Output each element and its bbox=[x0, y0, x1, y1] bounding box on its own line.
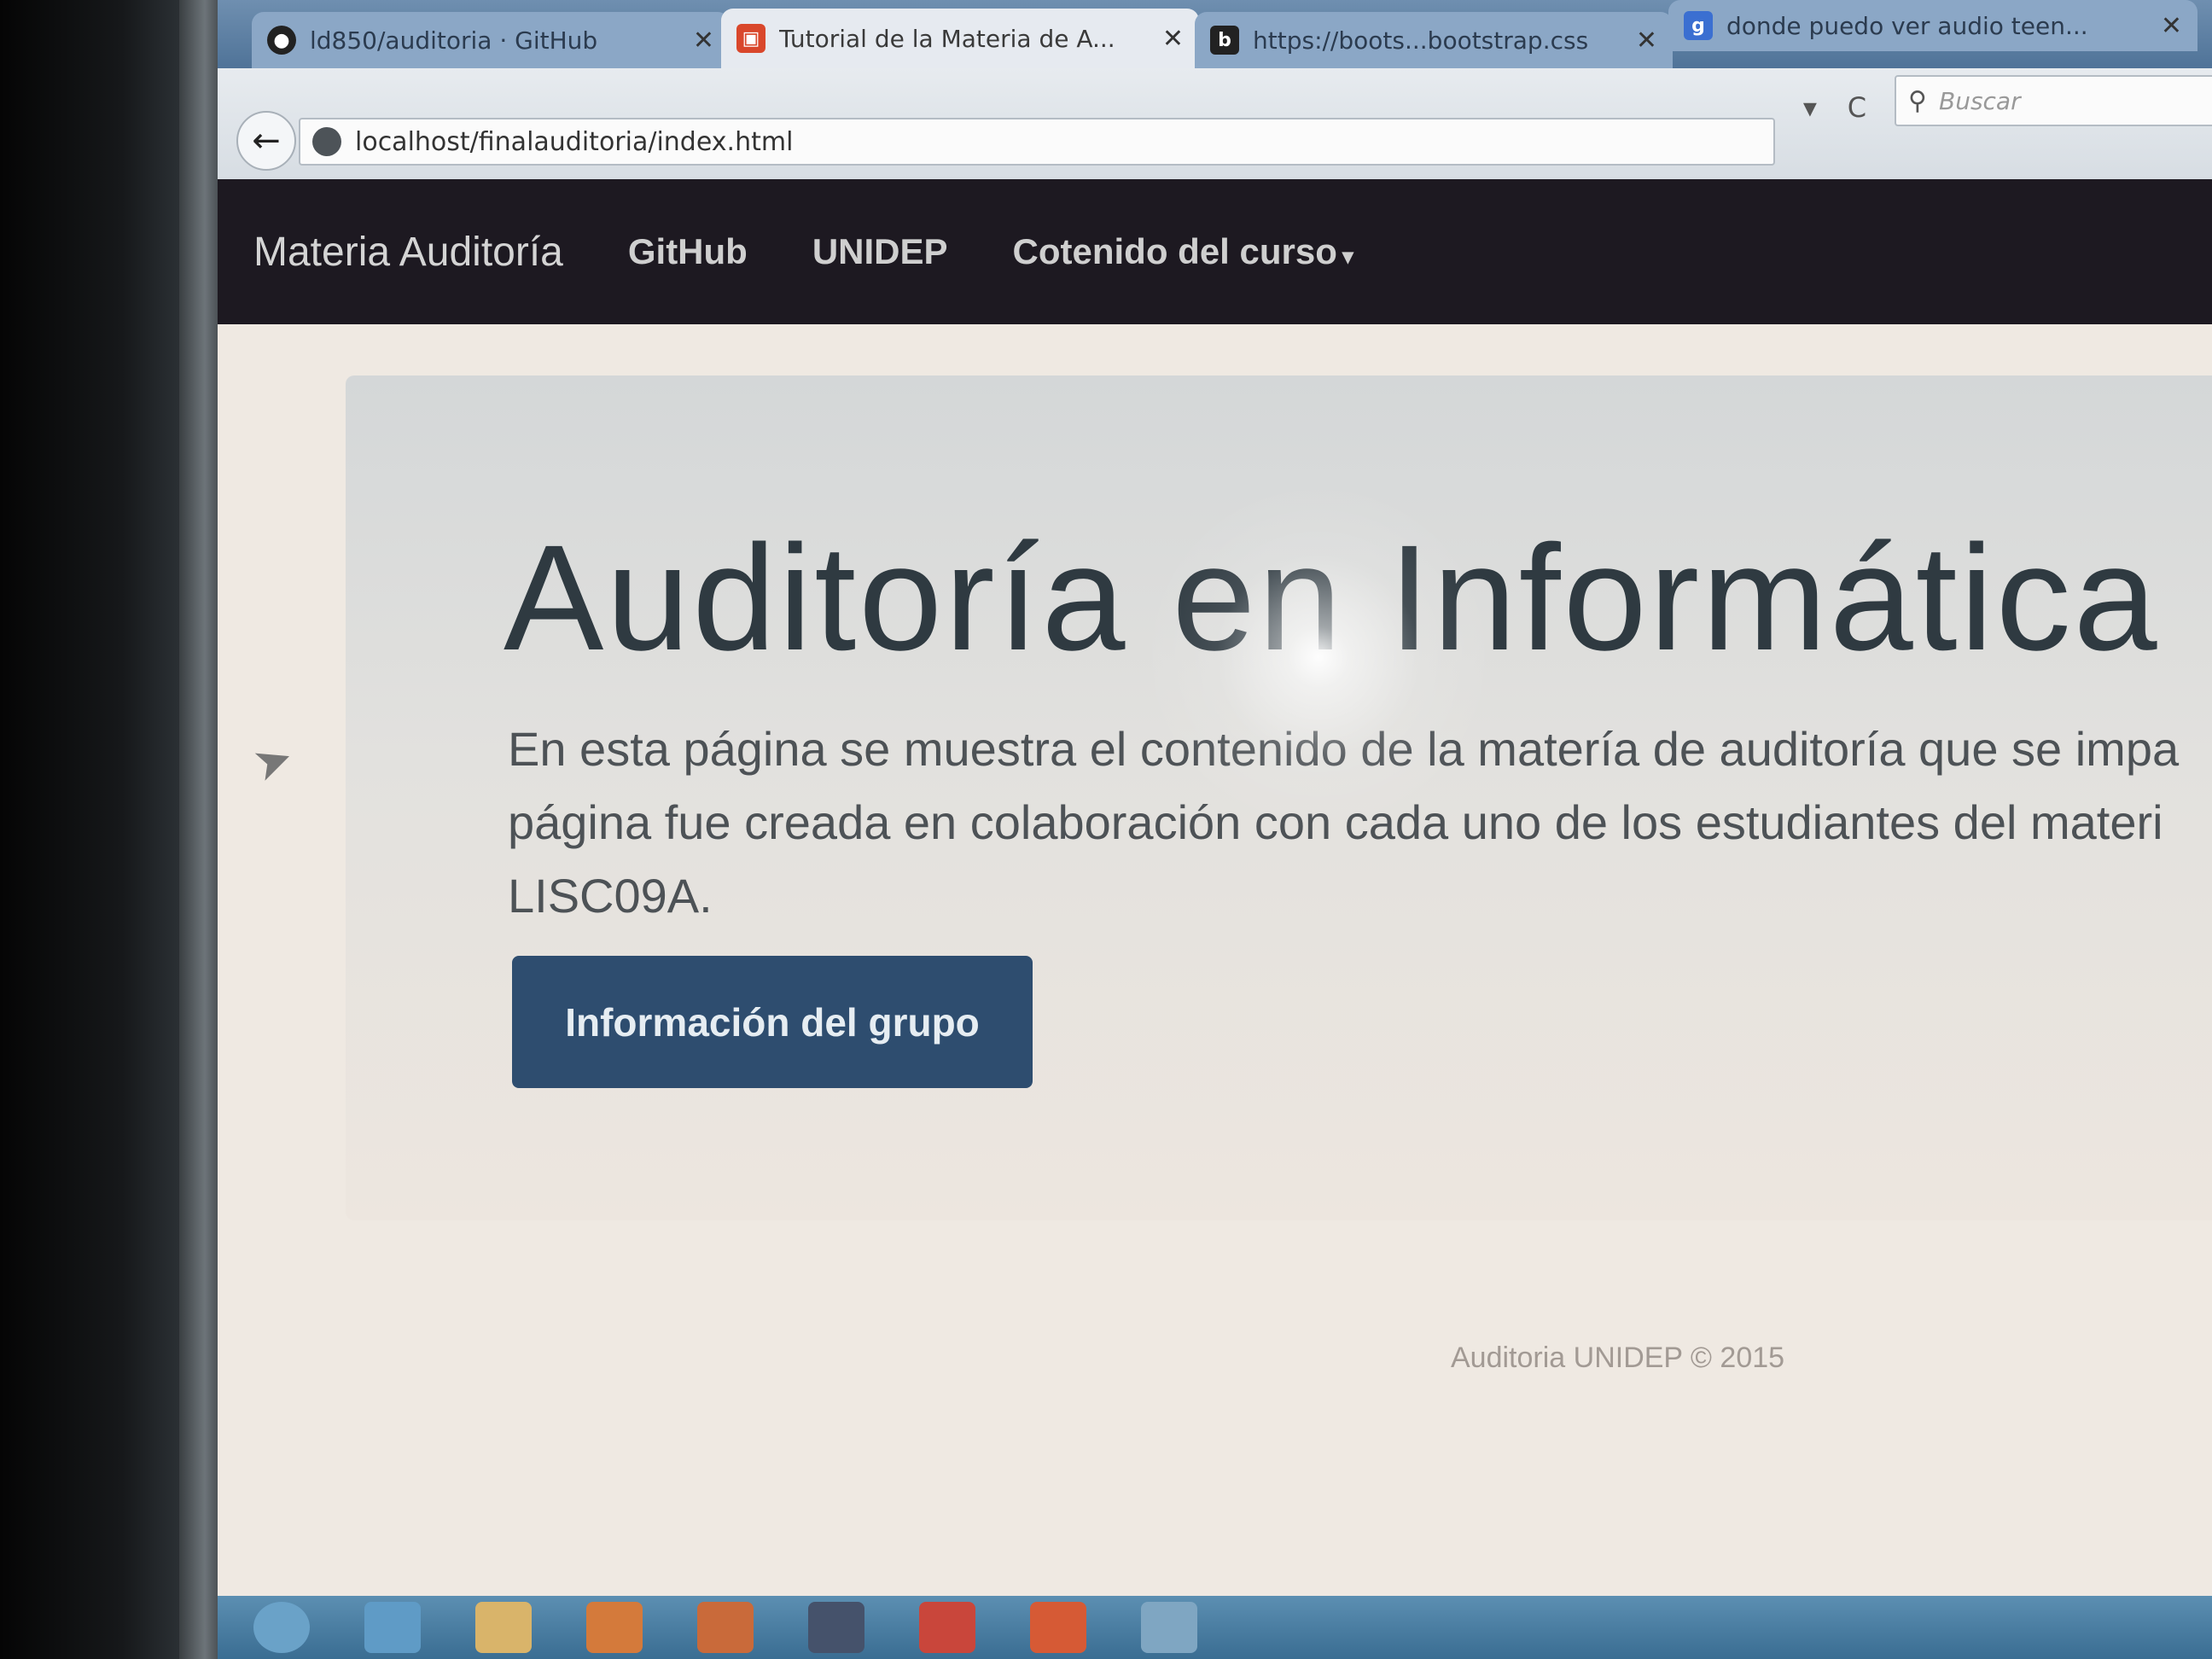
search-icon: ⚲ bbox=[1908, 85, 1927, 116]
page-title: Auditoría en Informática bbox=[504, 515, 2160, 682]
close-icon[interactable]: ✕ bbox=[1162, 24, 1184, 54]
search-input[interactable]: ⚲ Buscar bbox=[1895, 75, 2212, 126]
jumbotron: Auditoría en Informática En esta página … bbox=[346, 375, 2212, 1220]
dropdown-icon[interactable]: ▾ bbox=[1803, 91, 1817, 124]
footer-copyright: Auditoria UNIDEP © 2015 bbox=[1451, 1342, 1785, 1374]
taskbar-ie[interactable] bbox=[346, 1596, 439, 1659]
navbar-brand[interactable]: Materia Auditoría bbox=[253, 229, 563, 276]
browser-tab-bar: ● ld850/auditoria · GitHub ✕ ▣ Tutorial … bbox=[218, 0, 2212, 68]
nav-dropdown-label: Cotenido del curso bbox=[1012, 231, 1337, 271]
window-icon bbox=[1141, 1602, 1197, 1653]
app-icon bbox=[808, 1602, 864, 1653]
globe-icon bbox=[312, 127, 341, 156]
caret-down-icon: ▾ bbox=[1342, 243, 1353, 269]
taskbar-git[interactable] bbox=[900, 1596, 994, 1659]
mouse-cursor-icon: ➤ bbox=[245, 729, 300, 793]
group-info-button[interactable]: Información del grupo bbox=[512, 956, 1033, 1088]
taskbar-xampp[interactable] bbox=[1011, 1596, 1105, 1659]
taskbar-media[interactable] bbox=[568, 1596, 661, 1659]
browser-toolbar: ← localhost/finalauditoria/index.html ▾ … bbox=[218, 68, 2212, 181]
intro-paragraph: En esta página se muestra el contenido d… bbox=[508, 713, 2180, 933]
address-bar[interactable]: localhost/finalauditoria/index.html bbox=[299, 118, 1775, 166]
taskbar-explorer[interactable] bbox=[457, 1596, 550, 1659]
intro-line: página fue creada en colaboración con ca… bbox=[508, 795, 2163, 849]
github-icon: ● bbox=[267, 26, 296, 55]
google-icon: g bbox=[1684, 11, 1713, 40]
tab-label: Tutorial de la Materia de A... bbox=[779, 24, 1115, 53]
media-player-icon bbox=[586, 1602, 643, 1653]
ie-icon bbox=[364, 1602, 421, 1653]
taskbar-app[interactable] bbox=[789, 1596, 883, 1659]
xampp-icon bbox=[1030, 1602, 1086, 1653]
url-actions: ▾ C bbox=[1788, 84, 1882, 131]
tab-github[interactable]: ● ld850/auditoria · GitHub ✕ bbox=[252, 12, 730, 68]
start-button[interactable] bbox=[235, 1596, 329, 1659]
tab-bootstrap[interactable]: b https://boots...bootstrap.css ✕ bbox=[1195, 12, 1673, 68]
search-placeholder: Buscar bbox=[1938, 86, 2021, 115]
intro-line: En esta página se muestra el contenido d… bbox=[508, 722, 2180, 776]
firefox-icon bbox=[697, 1602, 754, 1653]
site-favicon-icon: ▣ bbox=[736, 24, 765, 53]
close-icon[interactable]: ✕ bbox=[693, 26, 714, 55]
tab-label: donde puedo ver audio teen... bbox=[1726, 11, 2088, 40]
close-icon[interactable]: ✕ bbox=[2161, 11, 2182, 41]
folder-icon bbox=[475, 1602, 532, 1653]
nav-dropdown-contenido[interactable]: Cotenido del curso ▾ bbox=[1013, 231, 1353, 272]
tab-label: ld850/auditoria · GitHub bbox=[310, 26, 598, 55]
site-navbar: Materia Auditoría GitHub UNIDEP Cotenido… bbox=[218, 179, 2212, 324]
windows-taskbar bbox=[218, 1596, 2212, 1659]
intro-line: LISC09A. bbox=[508, 869, 713, 923]
close-icon[interactable]: ✕ bbox=[1636, 26, 1657, 55]
git-icon bbox=[919, 1602, 975, 1653]
taskbar-window[interactable] bbox=[1122, 1596, 1216, 1659]
tab-tutorial[interactable]: ▣ Tutorial de la Materia de A... ✕ bbox=[721, 9, 1199, 68]
tab-label: https://boots...bootstrap.css bbox=[1253, 26, 1589, 55]
reload-icon[interactable]: C bbox=[1848, 91, 1866, 124]
screen: ● ld850/auditoria · GitHub ✕ ▣ Tutorial … bbox=[218, 0, 2212, 1659]
windows-logo-icon bbox=[253, 1602, 310, 1653]
bootstrap-icon: b bbox=[1210, 26, 1239, 55]
tab-google-search[interactable]: g donde puedo ver audio teen... ✕ bbox=[1668, 0, 2197, 51]
arrow-left-icon: ← bbox=[252, 121, 281, 160]
nav-link-github[interactable]: GitHub bbox=[628, 231, 748, 272]
taskbar-firefox[interactable] bbox=[678, 1596, 772, 1659]
url-text: localhost/finalauditoria/index.html bbox=[355, 126, 794, 157]
back-button[interactable]: ← bbox=[236, 111, 296, 171]
nav-link-unidep[interactable]: UNIDEP bbox=[812, 231, 948, 272]
